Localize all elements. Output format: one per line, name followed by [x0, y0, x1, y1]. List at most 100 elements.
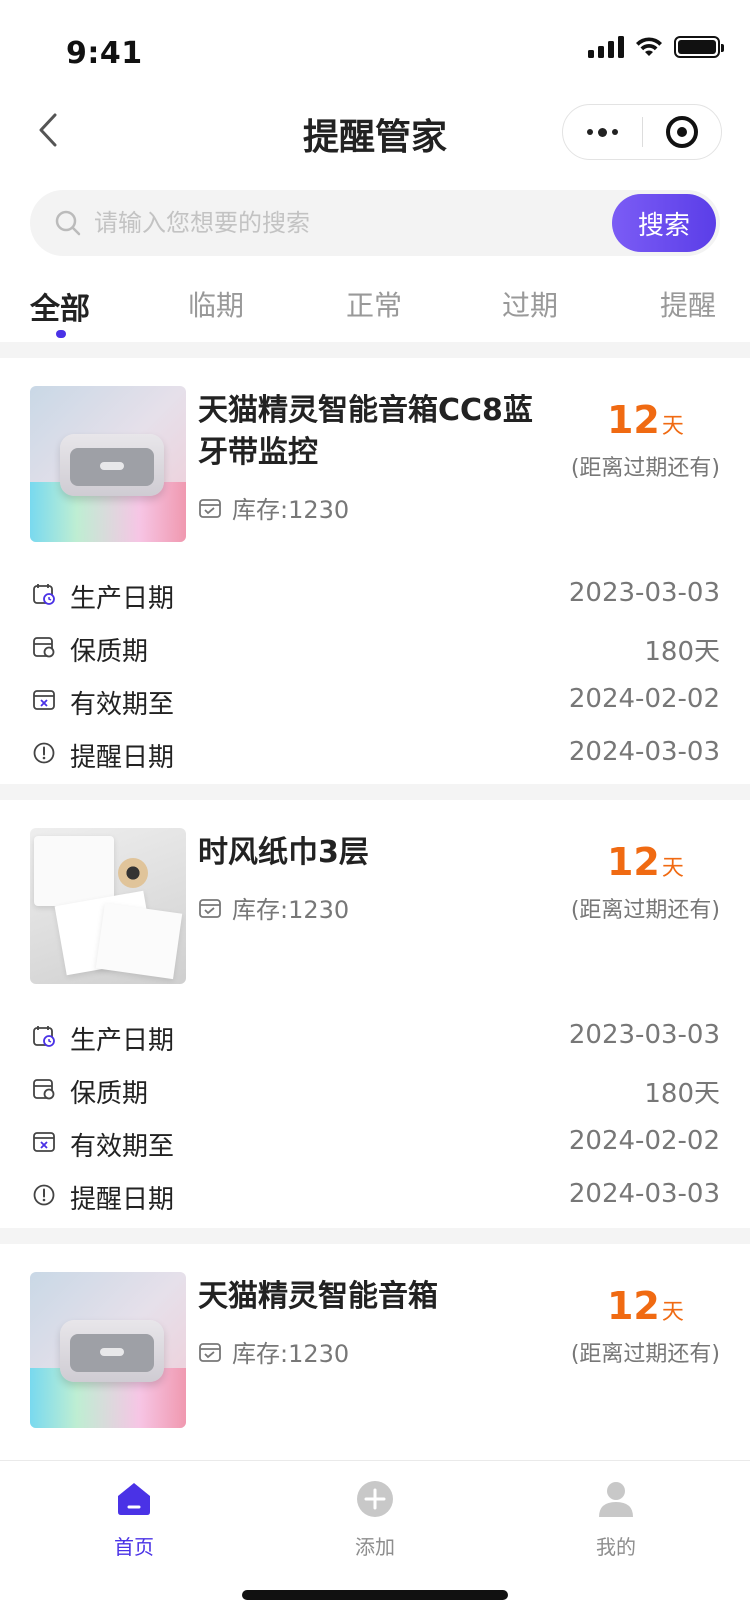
tabbar-label: 首页 [114, 1535, 154, 1559]
product-name: 天猫精灵智能音箱CC8蓝牙带监控 [198, 393, 533, 470]
tabbar-add[interactable]: 添加 [315, 1479, 435, 1560]
shelf-life-icon [33, 637, 55, 658]
search-input[interactable] [94, 190, 594, 256]
detail-label: 保质期 [70, 1079, 149, 1109]
tab-reminder[interactable]: 提醒 [660, 284, 716, 324]
tabbar-label: 我的 [596, 1535, 636, 1559]
days-caption: (距离过期还有) [570, 1342, 720, 1367]
detail-row: 提醒日期 2024-03-03 [0, 1169, 750, 1222]
product-image [30, 828, 186, 984]
alert-circle-icon [33, 1184, 55, 1206]
active-tab-indicator [56, 330, 66, 338]
target-icon [665, 116, 698, 148]
section-divider [0, 342, 750, 358]
calendar-clock-icon [33, 584, 55, 605]
detail-label: 生产日期 [70, 1026, 175, 1056]
detail-label: 有效期至 [70, 690, 175, 720]
detail-row: 生产日期 2023-03-03 [0, 1010, 750, 1063]
product-image [30, 386, 186, 542]
detail-row: 保质期 180天 [0, 621, 750, 674]
days-unit: 天 [661, 1300, 684, 1325]
days-number: 12 [606, 1284, 660, 1328]
product-name: 时风纸巾3层 [198, 835, 369, 870]
detail-value: 2024-03-03 [568, 737, 720, 767]
days-number: 12 [606, 398, 660, 442]
product-details: 生产日期 2023-03-03 保质期 180天 有效期至 2024-02-02 [0, 1010, 750, 1222]
days-unit: 天 [661, 856, 684, 881]
status-bar: 9:41 [0, 0, 750, 88]
detail-value: 2023-03-03 [568, 578, 720, 608]
battery-icon [674, 36, 724, 58]
days-remaining: 12天 (距离过期还有) [571, 840, 720, 924]
product-details: 生产日期 2023-03-03 保质期 180天 有效期至 2024-02-02 [0, 568, 750, 780]
stock-info: 库存:1230 [198, 1334, 349, 1369]
stock-info: 库存:1230 [198, 890, 349, 925]
section-divider [0, 784, 750, 800]
inventory-icon [199, 498, 221, 518]
product-name: 天猫精灵智能音箱 [198, 1279, 438, 1314]
tab-near-expiry[interactable]: 临期 [188, 284, 244, 324]
miniprogram-capsule [562, 104, 722, 160]
home-indicator [242, 1590, 508, 1600]
search-icon [55, 210, 81, 236]
days-remaining: 12天 (距离过期还有) [571, 398, 720, 482]
search-bar: 搜索 [30, 190, 720, 256]
calendar-clock-icon [33, 1026, 55, 1047]
calendar-x-icon [33, 1132, 55, 1152]
detail-row: 有效期至 2024-02-02 [0, 1116, 750, 1169]
days-unit: 天 [661, 414, 684, 439]
inventory-icon [199, 898, 221, 918]
add-circle-icon [357, 1481, 393, 1517]
section-divider [0, 1228, 750, 1244]
product-card[interactable]: 天猫精灵智能音箱 库存:1230 12天 (距离过期还有) [0, 1244, 750, 1460]
detail-value: 180天 [644, 637, 720, 667]
nav-bar: 提醒管家 [0, 96, 750, 168]
days-caption: (距离过期还有) [570, 456, 720, 481]
cellular-signal-icon [588, 36, 624, 58]
tab-all[interactable]: 全部 [30, 284, 90, 328]
product-card[interactable]: 天猫精灵智能音箱CC8蓝牙带监控 库存:1230 12天 (距离过期还有) 生产… [0, 358, 750, 784]
status-time: 9:41 [66, 36, 143, 71]
user-icon [599, 1482, 633, 1517]
tabbar-label: 添加 [355, 1535, 395, 1559]
detail-label: 有效期至 [70, 1132, 175, 1162]
inventory-icon [199, 1342, 221, 1362]
tab-normal[interactable]: 正常 [346, 284, 402, 324]
shelf-life-icon [33, 1079, 55, 1100]
close-miniprogram-button[interactable] [643, 105, 722, 159]
days-number: 12 [606, 840, 660, 884]
more-button[interactable] [563, 105, 642, 159]
detail-value: 2024-03-03 [568, 1179, 720, 1209]
detail-label: 生产日期 [70, 584, 175, 614]
stock-text: 库存:1230 [232, 1340, 350, 1368]
home-icon [118, 1483, 150, 1515]
tabbar-home[interactable]: 首页 [74, 1479, 194, 1560]
stock-info: 库存:1230 [198, 490, 349, 525]
detail-label: 提醒日期 [70, 743, 175, 773]
calendar-x-icon [33, 690, 55, 710]
stock-text: 库存:1230 [232, 496, 350, 524]
days-remaining: 12天 (距离过期还有) [571, 1284, 720, 1368]
detail-row: 生产日期 2023-03-03 [0, 568, 750, 621]
detail-row: 提醒日期 2024-03-03 [0, 727, 750, 780]
detail-label: 保质期 [70, 637, 149, 667]
filter-tabs: 全部 临期 正常 过期 提醒 [0, 280, 750, 342]
detail-value: 2023-03-03 [568, 1020, 720, 1050]
wifi-icon [636, 37, 662, 56]
stock-text: 库存:1230 [232, 896, 350, 924]
more-dots-icon [586, 127, 618, 137]
days-caption: (距离过期还有) [570, 898, 720, 923]
status-icons [588, 34, 724, 60]
product-image [30, 1272, 186, 1428]
detail-row: 保质期 180天 [0, 1063, 750, 1116]
detail-row: 有效期至 2024-02-02 [0, 674, 750, 727]
tab-expired[interactable]: 过期 [502, 284, 558, 324]
detail-value: 2024-02-02 [568, 684, 720, 714]
product-card[interactable]: 时风纸巾3层 库存:1230 12天 (距离过期还有) 生产日期 2023-03… [0, 800, 750, 1228]
search-button[interactable]: 搜索 [612, 194, 716, 252]
alert-circle-icon [33, 742, 55, 764]
tabbar-mine[interactable]: 我的 [556, 1479, 676, 1560]
detail-value: 2024-02-02 [568, 1126, 720, 1156]
detail-label: 提醒日期 [70, 1185, 175, 1215]
detail-value: 180天 [644, 1079, 720, 1109]
